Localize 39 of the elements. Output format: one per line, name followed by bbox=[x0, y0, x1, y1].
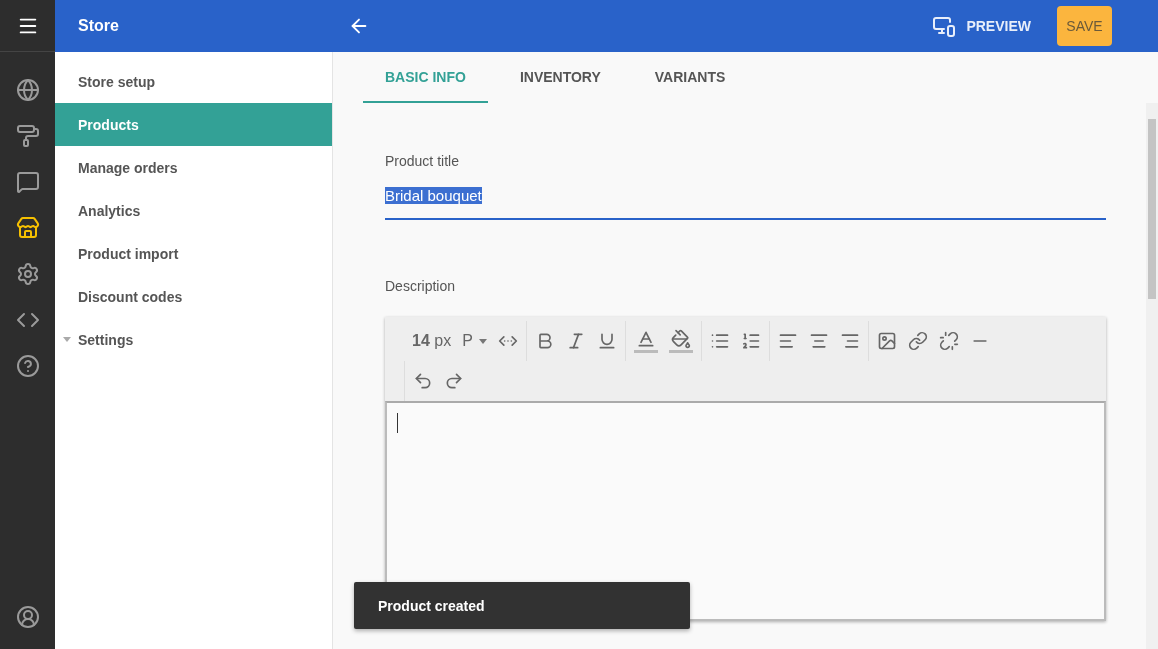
bullet-list-icon[interactable] bbox=[709, 331, 730, 351]
text-color-icon[interactable] bbox=[633, 329, 658, 353]
nav-item[interactable]: Product import bbox=[55, 232, 332, 275]
nav-item[interactable]: Discount codes bbox=[55, 275, 332, 318]
nav-item[interactable]: Analytics bbox=[55, 189, 332, 232]
undo-icon[interactable] bbox=[413, 371, 433, 391]
toast-message: Product created bbox=[354, 582, 690, 629]
globe-icon[interactable] bbox=[15, 78, 40, 102]
font-size-value[interactable]: 14 px bbox=[412, 332, 452, 350]
nav-item[interactable]: Manage orders bbox=[55, 146, 332, 189]
align-right-icon[interactable] bbox=[839, 331, 860, 351]
tab[interactable]: VARIANTS bbox=[632, 52, 748, 103]
image-icon[interactable] bbox=[876, 331, 897, 351]
store-icon[interactable] bbox=[15, 216, 40, 240]
save-button[interactable]: SAVE bbox=[1057, 6, 1112, 46]
app-title: Store bbox=[77, 17, 120, 35]
preview-button[interactable]: PREVIEW bbox=[926, 13, 1037, 39]
chat-icon[interactable] bbox=[15, 170, 40, 194]
devices-icon bbox=[932, 14, 957, 38]
align-center-icon[interactable] bbox=[808, 331, 829, 351]
field-label: Product title bbox=[385, 153, 460, 169]
numbered-list-icon[interactable] bbox=[740, 331, 761, 351]
settings-icon[interactable] bbox=[15, 262, 40, 286]
nav-item[interactable]: Store setup bbox=[55, 60, 332, 103]
align-left-icon[interactable] bbox=[777, 331, 798, 351]
input-field[interactable]: Bridal bouquet bbox=[385, 187, 1106, 220]
unlink-icon[interactable] bbox=[938, 331, 959, 351]
fill-color-icon[interactable] bbox=[668, 329, 693, 353]
paint-roller-icon[interactable] bbox=[15, 124, 40, 148]
field-label: Description bbox=[385, 278, 457, 294]
caret-icon bbox=[478, 338, 487, 344]
link-icon[interactable] bbox=[907, 331, 928, 351]
redo-icon[interactable] bbox=[444, 371, 464, 391]
format-dropdown[interactable]: P bbox=[462, 332, 487, 350]
tab[interactable]: INVENTORY bbox=[497, 52, 623, 103]
account-icon[interactable] bbox=[15, 605, 40, 629]
help-icon[interactable] bbox=[15, 354, 40, 378]
nav-item[interactable]: Settings bbox=[55, 318, 332, 361]
scrollbar[interactable] bbox=[1146, 103, 1158, 649]
